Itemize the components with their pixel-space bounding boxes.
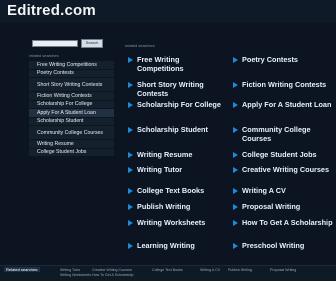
arrow-icon <box>128 220 133 226</box>
main-link-label: Community College Courses <box>242 125 311 143</box>
main-link[interactable]: Creative Writing Courses <box>233 165 333 175</box>
arrow-icon <box>128 243 133 249</box>
main-link[interactable]: Free Writing Competitions <box>128 55 228 73</box>
arrow-icon <box>128 127 133 133</box>
footer-link[interactable]: College Text Books <box>152 268 183 272</box>
arrow-icon <box>128 204 133 210</box>
sidebar-item[interactable]: Scholarship For College <box>29 100 114 109</box>
main-link-label: Short Story Writing Contests <box>137 80 204 98</box>
footer-link[interactable]: Writing A CV <box>200 268 220 272</box>
main-link[interactable]: Community College Courses <box>233 125 333 143</box>
sidebar-item[interactable]: Poetry Contests <box>29 69 114 78</box>
sidebar-item[interactable]: Apply For A Student Loan <box>29 109 114 118</box>
footer-link[interactable]: Publish Writing <box>228 268 252 272</box>
main-link-label: Creative Writing Courses <box>242 165 330 174</box>
main-link-label: Proposal Writing <box>242 202 301 211</box>
main-link-label: Scholarship For College <box>137 100 221 109</box>
footer-link[interactable]: How To Get A Scholarship <box>92 273 133 277</box>
main-link[interactable]: Publish Writing <box>128 202 228 212</box>
sidebar-item[interactable]: Writing Resume <box>29 140 114 149</box>
search-button[interactable]: Search <box>81 39 103 48</box>
main-link-label: Apply For A Student Loan <box>242 100 332 109</box>
footer-label: Related searches: <box>4 267 41 272</box>
site-header: Editred.com <box>0 0 336 22</box>
arrow-icon <box>233 243 238 249</box>
main-link[interactable]: College Student Jobs <box>233 150 333 160</box>
sidebar-item[interactable]: Fiction Writing Contests <box>29 92 114 101</box>
arrow-icon <box>128 102 133 108</box>
arrow-icon <box>128 57 133 63</box>
main-link-label: Writing A CV <box>242 186 286 195</box>
footer-link[interactable]: Writing Tutor <box>60 268 80 272</box>
arrow-icon <box>233 152 238 158</box>
footer: Related searches: Writing Tutor Creative… <box>0 265 336 281</box>
sidebar-item[interactable]: Free Writing Competitions <box>29 61 114 70</box>
arrow-icon <box>233 220 238 226</box>
search-form: Search <box>32 39 103 48</box>
arrow-icon <box>233 102 238 108</box>
sidebar: related searches Free Writing Competitio… <box>29 53 114 157</box>
main-link[interactable]: Scholarship For College <box>128 100 228 110</box>
main-link[interactable]: Writing A CV <box>233 186 333 196</box>
arrow-icon <box>233 167 238 173</box>
main-link-label: How To Get A Scholarship <box>242 218 333 227</box>
arrow-icon <box>233 188 238 194</box>
sidebar-item[interactable]: Community College Courses <box>29 126 114 140</box>
main-link[interactable]: Short Story Writing Contests <box>128 80 228 98</box>
main-link[interactable]: Writing Tutor <box>128 165 228 175</box>
arrow-icon <box>128 152 133 158</box>
main-link[interactable]: Learning Writing <box>128 241 228 251</box>
main-link[interactable]: Fiction Writing Contests <box>233 80 333 90</box>
main-link[interactable]: Scholarship Student <box>128 125 228 135</box>
footer-link[interactable]: Creative Writing Courses <box>92 268 132 272</box>
main-link-label: Free Writing Competitions <box>137 55 184 73</box>
main-link-label: Publish Writing <box>137 202 191 211</box>
arrow-icon <box>233 82 238 88</box>
main-link-label: Writing Tutor <box>137 165 183 174</box>
main-link-label: Fiction Writing Contests <box>242 80 327 89</box>
main-link[interactable]: Apply For A Student Loan <box>233 100 333 110</box>
main-link[interactable]: How To Get A Scholarship <box>233 218 333 228</box>
main-link-label: Scholarship Student <box>137 125 208 134</box>
arrow-icon <box>128 167 133 173</box>
main-link[interactable]: College Text Books <box>128 186 228 196</box>
main-link[interactable]: Poetry Contests <box>233 55 333 65</box>
main-heading: related searches <box>125 43 155 48</box>
arrow-icon <box>233 57 238 63</box>
footer-link[interactable]: Proposal Writing <box>270 268 296 272</box>
main-link-label: Learning Writing <box>137 241 195 250</box>
arrow-icon <box>128 82 133 88</box>
main-link[interactable]: Proposal Writing <box>233 202 333 212</box>
main-link-label: College Student Jobs <box>242 150 317 159</box>
search-input[interactable] <box>32 40 78 47</box>
site-logo[interactable]: Editred.com <box>7 2 96 19</box>
arrow-icon <box>233 127 238 133</box>
main-link-label: Poetry Contests <box>242 55 298 64</box>
arrow-icon <box>128 188 133 194</box>
footer-link[interactable]: Writing Worksheets <box>60 273 91 277</box>
main-link-label: College Text Books <box>137 186 205 195</box>
main-link-label: Preschool Writing <box>242 241 305 250</box>
main-link[interactable]: Writing Worksheets <box>128 218 228 228</box>
sidebar-heading: related searches <box>29 53 59 58</box>
main-link-label: Writing Resume <box>137 150 193 159</box>
sidebar-item[interactable]: College Student Jobs <box>29 148 114 157</box>
arrow-icon <box>233 204 238 210</box>
sidebar-item[interactable]: Short Story Writing Contests <box>29 78 114 92</box>
main-link[interactable]: Preschool Writing <box>233 241 333 251</box>
main-link-label: Writing Worksheets <box>137 218 206 227</box>
main-link[interactable]: Writing Resume <box>128 150 228 160</box>
sidebar-item[interactable]: Scholarship Student <box>29 117 114 126</box>
